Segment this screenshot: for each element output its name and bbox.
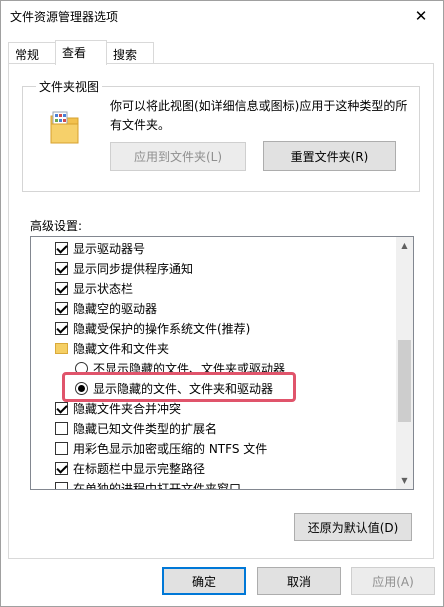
restore-defaults-button[interactable]: 还原为默认值(D) xyxy=(294,513,412,541)
list-item[interactable]: 隐藏受保护的操作系统文件(推荐) xyxy=(55,318,250,338)
list-item[interactable]: 在单独的进程中打开文件夹窗口 xyxy=(55,478,241,489)
window-title: 文件资源管理器选项 xyxy=(10,10,119,24)
checkbox[interactable] xyxy=(55,441,68,455)
list-item-label: 在单独的进程中打开文件夹窗口 xyxy=(73,481,242,490)
tab-general[interactable]: 常规 xyxy=(8,42,56,64)
tab-view-label: 查看 xyxy=(62,46,87,60)
tab-bar: 常规 查看 搜索 xyxy=(8,40,434,65)
radio-button[interactable] xyxy=(75,381,88,395)
list-item-label: 隐藏文件和文件夹 xyxy=(73,341,170,356)
list-item-label: 隐藏文件夹合并冲突 xyxy=(73,401,182,416)
close-button[interactable]: ✕ xyxy=(399,1,443,31)
tab-search[interactable]: 搜索 xyxy=(106,42,154,64)
vertical-scrollbar[interactable]: ▲ ▼ xyxy=(396,237,413,489)
list-item[interactable]: 显示驱动器号 xyxy=(55,238,145,258)
chevron-up-icon: ▲ xyxy=(401,241,408,250)
list-item[interactable]: 隐藏文件夹合并冲突 xyxy=(55,398,181,418)
checkbox[interactable] xyxy=(55,401,68,415)
list-item-label: 用彩色显示加密或压缩的 NTFS 文件 xyxy=(73,441,268,456)
list-item[interactable]: 隐藏空的驱动器 xyxy=(55,298,157,318)
list-item-label: 隐藏空的驱动器 xyxy=(73,301,158,316)
checkbox[interactable] xyxy=(55,241,68,255)
list-item[interactable]: 在标题栏中显示完整路径 xyxy=(55,458,205,478)
list-item-label: 显示同步提供程序通知 xyxy=(73,261,194,276)
tab-view[interactable]: 查看 xyxy=(55,40,107,65)
list-item-label: 显示状态栏 xyxy=(73,281,134,296)
tab-general-label: 常规 xyxy=(15,48,40,62)
apply-button[interactable]: 应用(A) xyxy=(351,567,435,595)
checkbox[interactable] xyxy=(55,261,68,275)
advanced-settings-items: 显示驱动器号显示同步提供程序通知 显示状态栏隐藏空的驱动器隐藏受保护的操作系统文件… xyxy=(31,237,397,489)
folder-view-description-line2: 有文件夹。 xyxy=(110,118,171,132)
advanced-settings-label: 高级设置: xyxy=(30,219,83,233)
list-item-label: 隐藏受保护的操作系统文件(推荐) xyxy=(73,321,251,336)
checkbox[interactable] xyxy=(55,421,68,435)
list-item[interactable]: 显示隐藏的文件、文件夹和驱动器 xyxy=(75,378,273,398)
radio-button[interactable] xyxy=(75,361,88,375)
checkbox[interactable] xyxy=(55,481,68,489)
reset-folders-button[interactable]: 重置文件夹(R) xyxy=(263,141,396,171)
list-item-label: 在标题栏中显示完整路径 xyxy=(73,461,206,476)
list-item-label: 不显示隐藏的文件、文件夹或驱动器 xyxy=(93,361,286,376)
cancel-button[interactable]: 取消 xyxy=(257,567,341,595)
advanced-settings-list[interactable]: 显示驱动器号显示同步提供程序通知 显示状态栏隐藏空的驱动器隐藏受保护的操作系统文件… xyxy=(30,236,414,490)
list-item[interactable]: 用彩色显示加密或压缩的 NTFS 文件 xyxy=(55,438,267,458)
list-item[interactable]: 不显示隐藏的文件、文件夹或驱动器 xyxy=(75,358,285,378)
scroll-thumb[interactable] xyxy=(398,340,411,422)
title-bar[interactable]: 文件资源管理器选项 ✕ xyxy=(1,1,443,31)
tab-search-label: 搜索 xyxy=(113,48,138,62)
list-item-label: 显示隐藏的文件、文件夹和驱动器 xyxy=(93,381,274,396)
scroll-up-arrow[interactable]: ▲ xyxy=(396,237,413,254)
list-item[interactable]: 显示状态栏 xyxy=(55,278,133,298)
ok-button[interactable]: 确定 xyxy=(162,567,246,595)
folder-view-description: 你可以将此视图(如详细信息或图标)应用于这种类型的所 有文件夹。 xyxy=(110,97,410,135)
checkbox[interactable] xyxy=(55,281,68,295)
scroll-down-arrow[interactable]: ▼ xyxy=(396,472,413,489)
folder-view-icon xyxy=(50,110,80,144)
folder-view-description-line1: 你可以将此视图(如详细信息或图标)应用于这种类型的所 xyxy=(110,99,408,113)
checkbox[interactable] xyxy=(55,301,68,315)
apply-to-folders-button[interactable]: 应用到文件夹(L) xyxy=(110,142,246,171)
list-item-label: 隐藏已知文件类型的扩展名 xyxy=(73,421,218,436)
close-icon: ✕ xyxy=(414,7,428,25)
checkbox[interactable] xyxy=(55,321,68,335)
list-item[interactable]: 隐藏已知文件类型的扩展名 xyxy=(55,418,217,438)
folder-view-group-label: 文件夹视图 xyxy=(36,78,103,95)
folder-icon xyxy=(55,342,68,354)
checkbox[interactable] xyxy=(55,461,68,475)
list-item[interactable]: 隐藏文件和文件夹 xyxy=(55,338,169,358)
list-item[interactable]: 显示同步提供程序通知 xyxy=(55,258,193,278)
chevron-down-icon: ▼ xyxy=(401,476,408,485)
list-item-label: 显示驱动器号 xyxy=(73,241,146,256)
